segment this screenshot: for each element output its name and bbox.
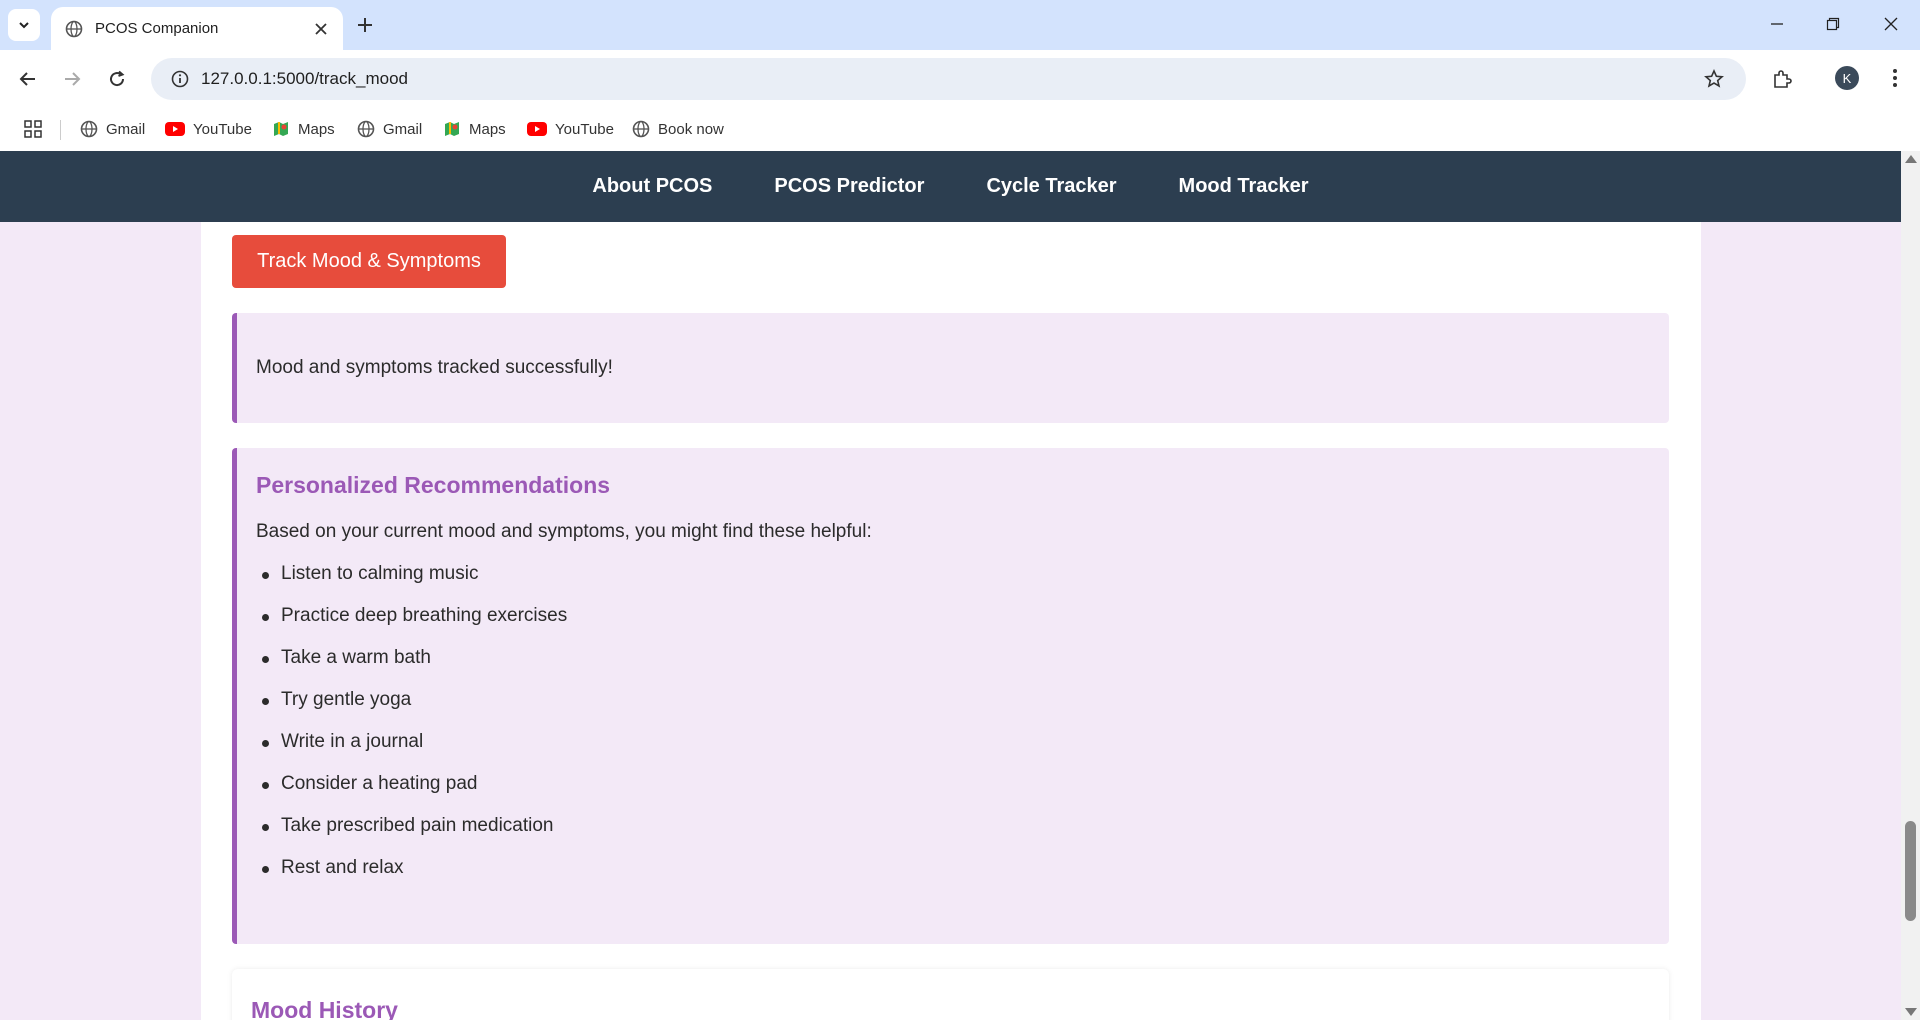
recommendation-item: Consider a heating pad xyxy=(256,773,1650,815)
bookmark-maps[interactable]: Maps xyxy=(272,114,335,144)
bookmark-youtube[interactable]: YouTube xyxy=(165,114,252,144)
globe-icon xyxy=(632,120,650,138)
nav-mood-tracker[interactable]: Mood Tracker xyxy=(1179,175,1309,198)
recommendations-title: Personalized Recommendations xyxy=(256,472,611,498)
site-info-icon[interactable] xyxy=(159,70,201,88)
success-alert: Mood and symptoms tracked successfully! xyxy=(232,313,1669,423)
minimize-icon xyxy=(1771,23,1783,25)
tab-search-button[interactable] xyxy=(8,9,40,41)
recommendations-panel: Personalized Recommendations Based on yo… xyxy=(232,448,1669,944)
mood-history-card: Mood History xyxy=(232,969,1669,1020)
close-tab-button[interactable] xyxy=(307,15,335,43)
restore-button[interactable] xyxy=(1804,0,1862,48)
mood-history-title: Mood History xyxy=(251,997,398,1020)
extensions-icon[interactable] xyxy=(1766,63,1798,95)
close-icon xyxy=(315,22,327,35)
globe-icon xyxy=(80,120,98,138)
youtube-icon xyxy=(527,122,547,136)
bookmark-label: Gmail xyxy=(106,120,146,138)
nav-pcos-predictor[interactable]: PCOS Predictor xyxy=(774,175,924,198)
bookmark-label: YouTube xyxy=(555,120,614,138)
bookmark-gmail[interactable]: Gmail xyxy=(80,114,145,144)
main-container: Track Mood & Symptoms Mood and symptoms … xyxy=(201,151,1701,1020)
bookmarks-bar: Gmail YouTube Maps Gmail Maps YouTube Bo… xyxy=(0,108,1920,151)
page-scrollbar[interactable] xyxy=(1901,151,1920,1020)
scroll-up-arrow-icon[interactable] xyxy=(1905,155,1917,163)
plus-icon xyxy=(358,18,372,32)
scrollbar-thumb[interactable] xyxy=(1905,821,1916,921)
bookmark-label: Maps xyxy=(298,120,335,138)
recommendation-item: Take a warm bath xyxy=(256,647,1650,689)
bookmarks-divider xyxy=(60,120,61,140)
address-bar[interactable]: 127.0.0.1:5000/track_mood xyxy=(151,58,1746,100)
new-tab-button[interactable] xyxy=(350,10,380,40)
site-navbar: About PCOS PCOS Predictor Cycle Tracker … xyxy=(0,151,1901,222)
recommendation-item: Take prescribed pain medication xyxy=(256,815,1650,857)
bookmark-star-icon[interactable] xyxy=(1694,69,1734,89)
browser-menu-icon[interactable] xyxy=(1880,63,1910,93)
bookmark-maps[interactable]: Maps xyxy=(443,114,506,144)
youtube-icon xyxy=(165,122,185,136)
close-icon xyxy=(1884,17,1898,31)
bookmark-youtube[interactable]: YouTube xyxy=(527,114,614,144)
bookmark-label: YouTube xyxy=(193,120,252,138)
close-window-button[interactable] xyxy=(1862,0,1920,48)
recommendation-item: Practice deep breathing exercises xyxy=(256,605,1650,647)
nav-cycle-tracker[interactable]: Cycle Tracker xyxy=(986,175,1116,198)
browser-tab-bar: PCOS Companion xyxy=(0,0,1920,50)
arrow-left-icon xyxy=(19,72,35,86)
back-button[interactable] xyxy=(12,63,44,95)
recommendation-item: Try gentle yoga xyxy=(256,689,1650,731)
url-text[interactable]: 127.0.0.1:5000/track_mood xyxy=(201,69,1694,89)
restore-icon xyxy=(1826,17,1840,31)
browser-tab[interactable]: PCOS Companion xyxy=(51,7,343,50)
forward-button[interactable] xyxy=(56,63,88,95)
tab-title: PCOS Companion xyxy=(95,20,219,37)
recommendations-intro: Based on your current mood and symptoms,… xyxy=(256,521,872,542)
nav-about-pcos[interactable]: About PCOS xyxy=(592,175,712,198)
chevron-down-icon xyxy=(19,22,29,29)
recommendations-list: Listen to calming music Practice deep br… xyxy=(256,563,1650,899)
bookmark-book-now[interactable]: Book now xyxy=(632,114,724,144)
bookmark-label: Book now xyxy=(658,120,724,138)
bookmark-label: Maps xyxy=(469,120,506,138)
arrow-right-icon xyxy=(65,72,81,86)
track-mood-button[interactable]: Track Mood & Symptoms xyxy=(232,235,506,288)
reload-icon xyxy=(110,70,125,87)
recommendation-item: Listen to calming music xyxy=(256,563,1650,605)
globe-icon xyxy=(357,120,375,138)
scroll-down-arrow-icon[interactable] xyxy=(1905,1008,1917,1016)
bookmark-label: Gmail xyxy=(383,120,423,138)
bookmark-gmail[interactable]: Gmail xyxy=(357,114,422,144)
maps-icon xyxy=(274,122,288,136)
reload-button[interactable] xyxy=(101,63,133,95)
recommendation-item: Rest and relax xyxy=(256,857,1650,899)
minimize-button[interactable] xyxy=(1748,0,1806,48)
maps-icon xyxy=(445,122,459,136)
browser-toolbar: 127.0.0.1:5000/track_mood xyxy=(0,50,1920,108)
recommendation-item: Write in a journal xyxy=(256,731,1650,773)
apps-grid-icon[interactable] xyxy=(20,116,46,142)
globe-icon xyxy=(65,20,83,37)
alert-message: Mood and symptoms tracked successfully! xyxy=(256,357,613,378)
page-viewport: About PCOS PCOS Predictor Cycle Tracker … xyxy=(0,151,1901,1020)
profile-avatar[interactable]: K xyxy=(1835,66,1859,90)
